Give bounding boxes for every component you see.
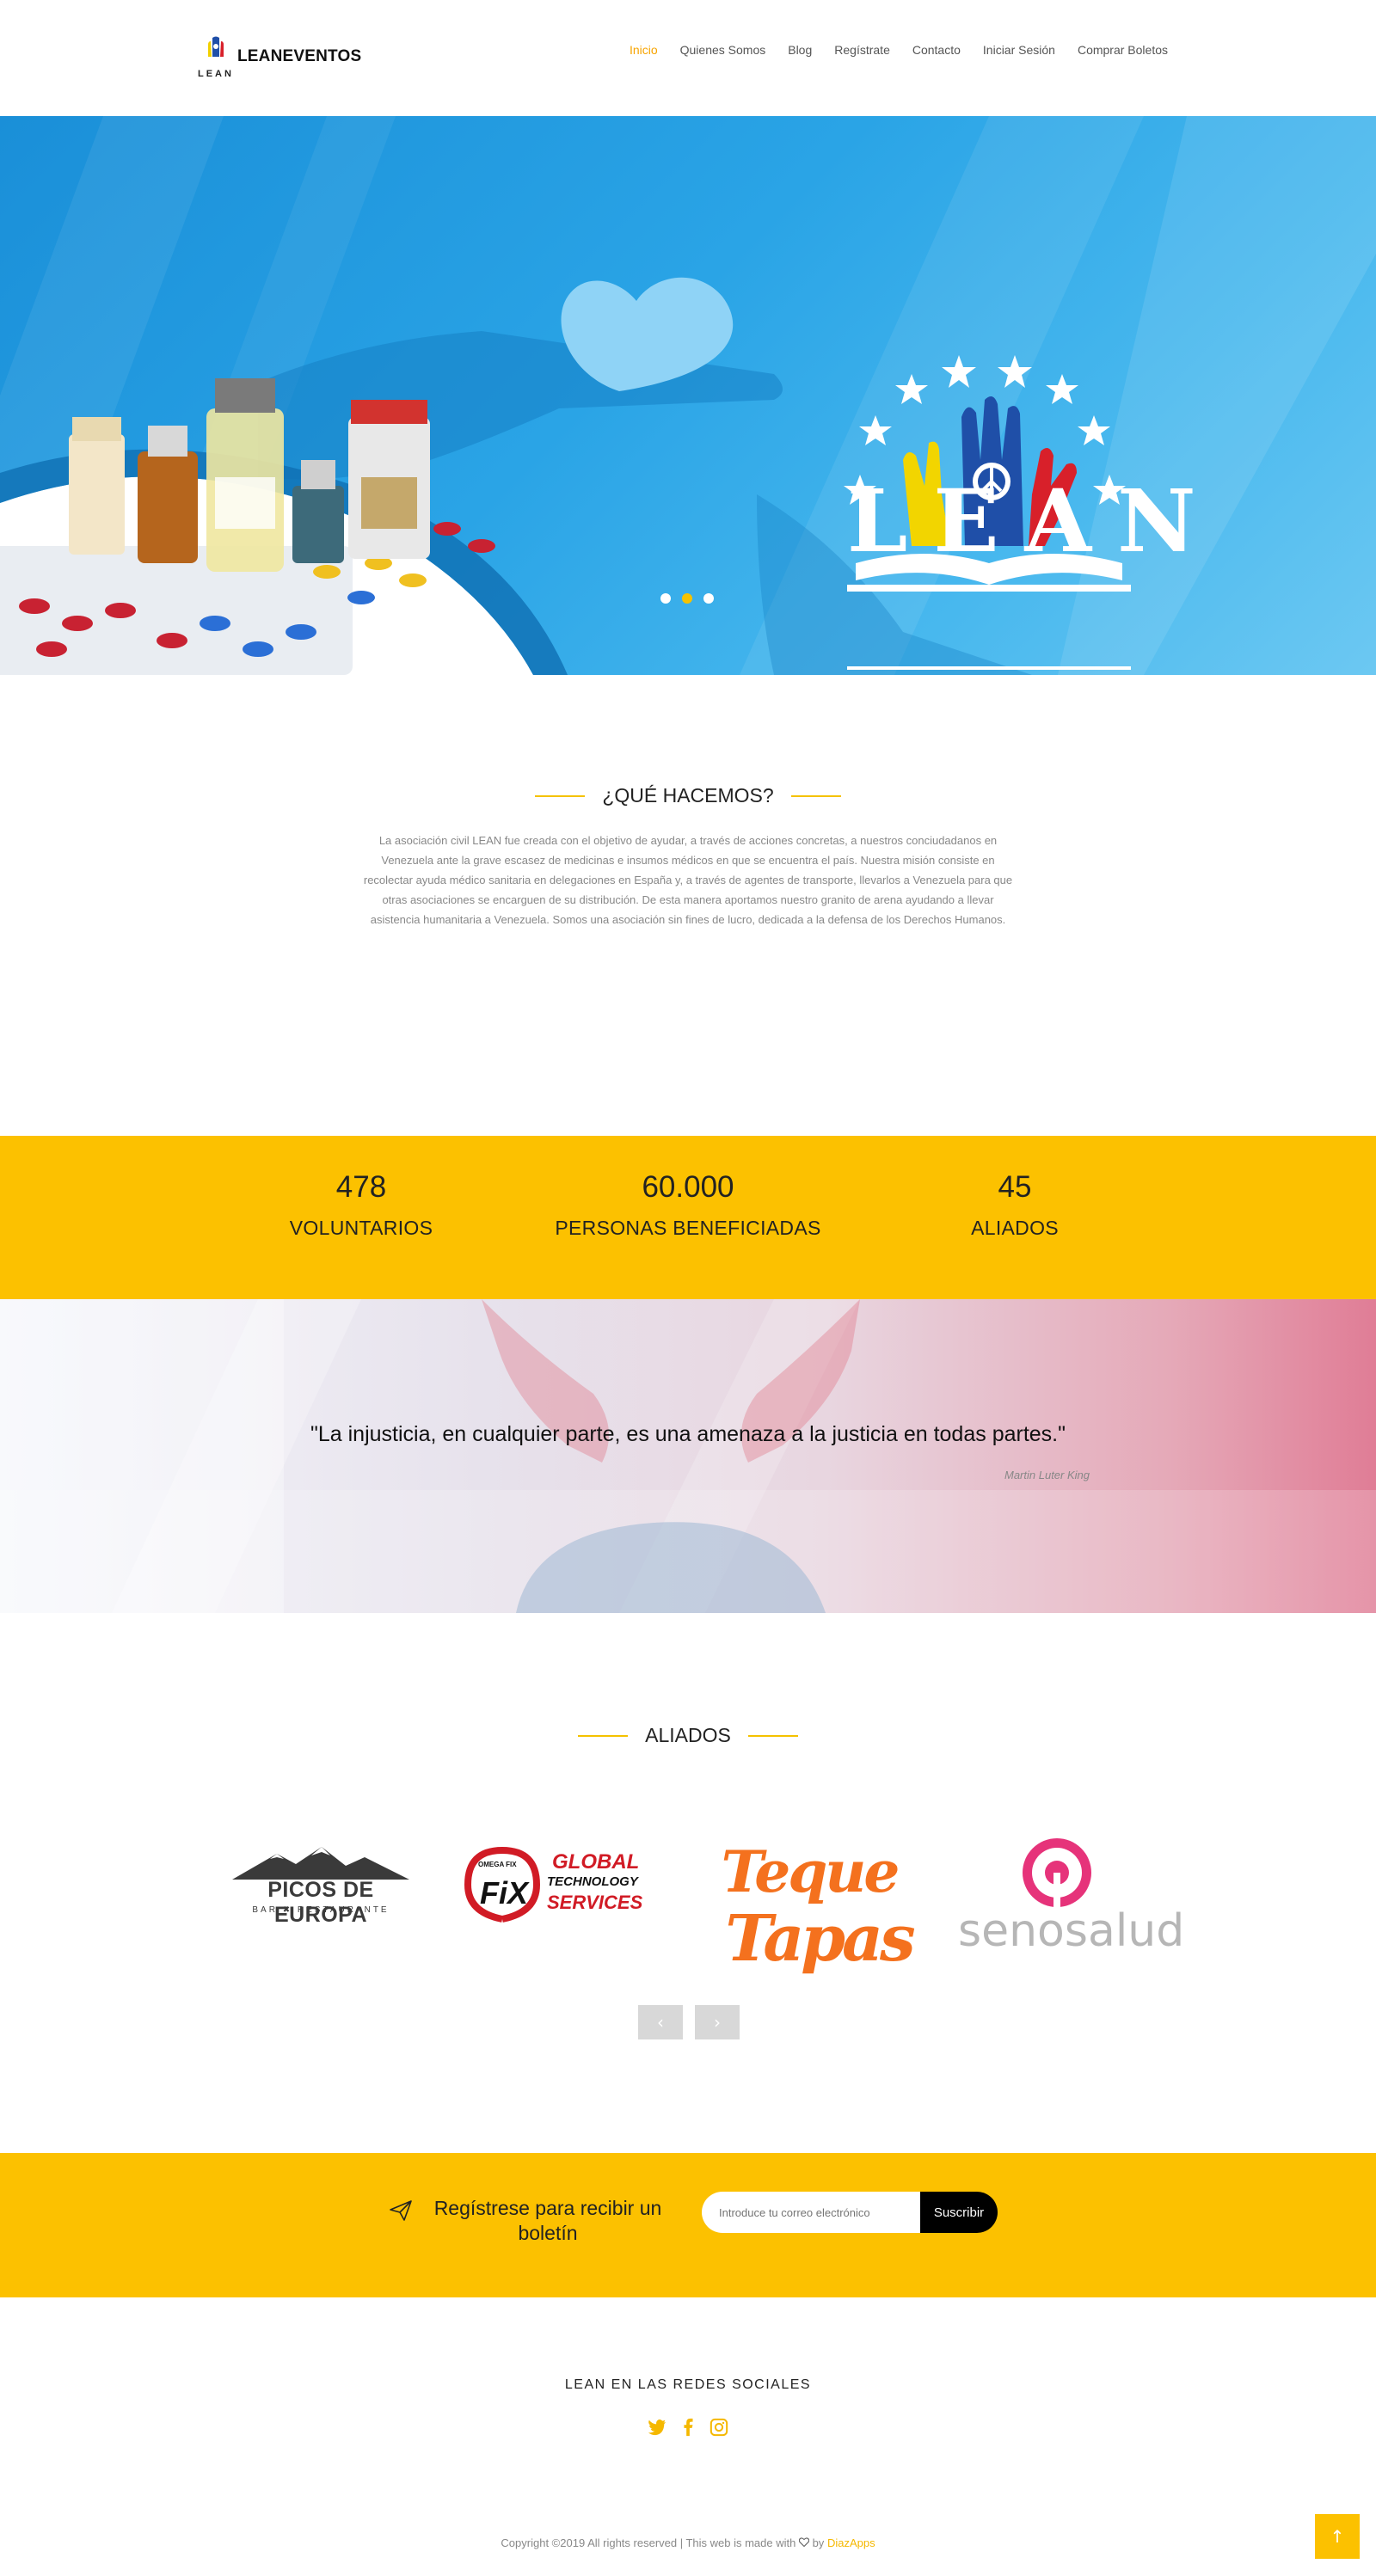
slide-dot-3[interactable] (703, 593, 714, 604)
carousel-prev-button[interactable]: ‹ (638, 2005, 683, 2039)
partner-line-1: GLOBAL (552, 1850, 640, 1874)
nav-item-iniciar-sesion[interactable]: Iniciar Sesión (983, 43, 1055, 57)
partner-subtitle: BAR ✖ RESTAURANTE (252, 1905, 390, 1915)
partner-name: OMEGA FIX (478, 1861, 517, 1868)
carousel-next-button[interactable]: › (695, 2005, 740, 2039)
quote-text: "La injusticia, en cualquier parte, es u… (310, 1422, 1066, 1446)
title-divider-right (747, 1734, 798, 1737)
nav-item-inicio[interactable]: Inicio (630, 43, 658, 57)
about-text: La asociación civil LEAN fue creada con … (363, 834, 1013, 926)
quote-band: "La injusticia, en cualquier parte, es u… (0, 1299, 1376, 1613)
partners-title: ALIADOS (645, 1724, 731, 1746)
partners-carousel-controls: ‹ › (638, 2005, 740, 2039)
title-divider-left (535, 794, 586, 797)
footer-brand-link[interactable]: DiazApps (827, 2536, 875, 2549)
stat-number: 478 (335, 1170, 387, 1204)
hands-logo-icon (208, 36, 224, 57)
stat-aliados: 45 ALIADOS (912, 1168, 1118, 1240)
stats-band: 478 VOLUNTARIOS 60.000 PERSONAS BENEFICI… (0, 1136, 1376, 1299)
hero-lean-wordmark: LEAN (847, 470, 1222, 572)
twitter-icon[interactable] (648, 2418, 666, 2437)
stat-number: 60.000 (642, 1170, 734, 1204)
back-to-top-button[interactable]: ↑ (1315, 2514, 1360, 2559)
hero-slide-dots (660, 593, 714, 604)
social-icons (0, 2418, 1376, 2437)
site-logo[interactable]: LEAN LEANEVENTOS (196, 33, 361, 81)
partner-logo-teque-tapas[interactable]: Teque Tapas (710, 1831, 916, 1986)
svg-text:FiX: FiX (480, 1875, 530, 1911)
nav-item-blog[interactable]: Blog (788, 43, 812, 57)
logo-text: LEANEVENTOS (237, 47, 362, 65)
partner-name: senosalud (958, 1905, 1185, 1957)
stat-personas-beneficiadas: 60.000 PERSONAS BENEFICIADAS (533, 1168, 843, 1240)
partner-logo-senosalud[interactable]: senosalud (958, 1831, 1185, 1969)
heart-icon (798, 2537, 810, 2548)
partner-logo-omega-fix[interactable]: FiX OMEGA FIX GLOBAL TECHNOLOGY SERVICES (464, 1843, 667, 1929)
title-divider-left (578, 1734, 629, 1737)
partner-name: PICOS DE EUROPA (267, 1878, 374, 1927)
hero-slider[interactable]: LEAN (0, 116, 1376, 675)
partner-line-1: Teque (721, 1838, 900, 1905)
main-nav: Inicio Quienes Somos Blog Regístrate Con… (607, 43, 1168, 57)
newsletter-email-input[interactable] (702, 2192, 920, 2233)
social-section-title: LEAN EN LAS REDES SOCIALES (564, 2377, 812, 2392)
copyright-text: Copyright ©2019 All rights reserved | Th… (501, 2536, 799, 2549)
stat-label: PERSONAS BENEFICIADAS (555, 1217, 821, 1239)
title-divider-right (790, 794, 841, 797)
newsletter-text: Regístrese para recibir un boletín (433, 2197, 662, 2244)
facebook-icon[interactable] (679, 2418, 697, 2437)
quote-background-illustration (0, 1299, 1376, 1613)
stat-label: ALIADOS (971, 1217, 1059, 1239)
partners-carousel: PICOS DE EUROPA BAR ✖ RESTAURANTE FiX OM… (0, 1831, 1376, 2003)
partner-line-2: Tapas (725, 1902, 915, 1976)
site-header: LEAN LEANEVENTOS Inicio Quienes Somos Bl… (0, 0, 1376, 116)
logo-mini-text: LEAN (198, 69, 234, 79)
newsletter-form: Suscribir (702, 2192, 998, 2233)
nav-item-contacto[interactable]: Contacto (912, 43, 961, 57)
partner-line-3: SERVICES (547, 1892, 643, 1913)
slide-dot-2[interactable] (682, 593, 692, 604)
copyright-by: by (808, 2536, 827, 2549)
nav-item-quienes-somos[interactable]: Quienes Somos (680, 43, 766, 57)
hero-illustration (0, 116, 1376, 675)
footer-copyright: Copyright ©2019 All rights reserved | Th… (0, 2536, 1376, 2549)
instagram-icon[interactable] (710, 2418, 728, 2437)
partner-logo-picos-de-europa[interactable]: PICOS DE EUROPA BAR ✖ RESTAURANTE (225, 1842, 416, 1928)
nav-item-comprar-boletos[interactable]: Comprar Boletos (1078, 43, 1168, 57)
senosalud-logo-icon (1023, 1838, 1091, 1909)
quote-author: Martin Luter King (1004, 1469, 1090, 1481)
about-title: ¿QUÉ HACEMOS? (602, 784, 774, 807)
stat-voluntarios: 478 VOLUNTARIOS (258, 1168, 464, 1240)
stat-label: VOLUNTARIOS (289, 1217, 433, 1239)
newsletter-subscribe-button[interactable]: Suscribir (920, 2192, 998, 2233)
partners-section-title: ALIADOS (0, 1724, 1376, 1747)
partner-line-2: TECHNOLOGY (547, 1874, 638, 1889)
slide-dot-1[interactable] (660, 593, 671, 604)
nav-item-registrate[interactable]: Regístrate (834, 43, 890, 57)
paper-plane-icon (390, 2200, 412, 2221)
logo-mark: LEAN (196, 33, 236, 81)
newsletter-band: Regístrese para recibir un boletín Suscr… (0, 2153, 1376, 2297)
about-section-title: ¿QUÉ HACEMOS? (0, 784, 1376, 807)
stat-number: 45 (998, 1170, 1032, 1204)
